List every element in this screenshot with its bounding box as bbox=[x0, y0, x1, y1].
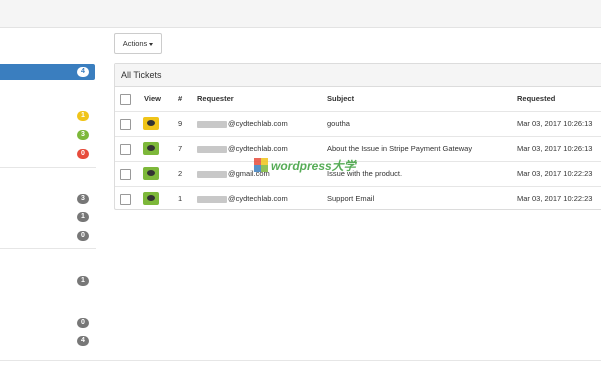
eye-icon bbox=[147, 170, 155, 176]
ticket-subject[interactable]: Support Email bbox=[327, 187, 374, 211]
column-header-requested[interactable]: Requested bbox=[517, 87, 555, 111]
count-badge: 1 bbox=[77, 276, 89, 286]
table-row[interactable]: 2 @gmail.com Issue with the product. Mar… bbox=[115, 162, 601, 187]
tickets-panel: All Tickets View # Requester Subject Req… bbox=[114, 63, 601, 210]
table-row[interactable]: 1 @cydtechlab.com Support Email Mar 03, … bbox=[115, 187, 601, 211]
redacted-name bbox=[197, 120, 227, 128]
sidebar-divider bbox=[0, 167, 96, 168]
caret-down-icon bbox=[149, 42, 154, 46]
requested-date: Mar 03, 2017 10:22:23 bbox=[517, 194, 593, 203]
count-badge: 1 bbox=[77, 212, 89, 222]
column-header-number: # bbox=[178, 94, 183, 103]
table-row[interactable]: 7 @cydtechlab.com About the Issue in Str… bbox=[115, 137, 601, 162]
bottom-divider bbox=[0, 360, 601, 361]
count-badge: 0 bbox=[77, 231, 89, 241]
eye-icon bbox=[147, 120, 155, 126]
row-checkbox[interactable] bbox=[120, 144, 131, 155]
requester-email: @cydtechlab.com bbox=[197, 187, 288, 211]
ticket-number: 9 bbox=[178, 119, 183, 128]
watermark-logo-icon bbox=[254, 158, 268, 172]
view-button[interactable] bbox=[143, 142, 159, 155]
top-bar bbox=[0, 0, 601, 28]
count-badge: 1 bbox=[77, 111, 89, 121]
view-button[interactable] bbox=[143, 167, 159, 180]
count-badge: 0 bbox=[77, 149, 89, 159]
sidebar-divider bbox=[0, 248, 96, 249]
row-checkbox[interactable] bbox=[120, 119, 131, 130]
panel-title: All Tickets bbox=[115, 64, 601, 87]
count-badge: 4 bbox=[77, 67, 89, 77]
eye-icon bbox=[147, 195, 155, 201]
count-badge: 4 bbox=[77, 336, 89, 346]
requested-date: Mar 03, 2017 10:22:23 bbox=[517, 169, 593, 178]
row-checkbox[interactable] bbox=[120, 194, 131, 205]
ticket-number: 1 bbox=[178, 194, 183, 203]
eye-icon bbox=[147, 145, 155, 151]
column-header-view: View bbox=[144, 94, 161, 103]
column-header-subject[interactable]: Subject bbox=[327, 87, 354, 111]
view-button[interactable] bbox=[143, 192, 159, 205]
watermark: wordpress大学 bbox=[254, 156, 358, 174]
requester-email: @cydtechlab.com bbox=[197, 112, 288, 136]
actions-dropdown-button[interactable]: Actions bbox=[114, 33, 162, 54]
ticket-number: 2 bbox=[178, 169, 183, 178]
count-badge: 3 bbox=[77, 194, 89, 204]
watermark-text: wordpress大学 bbox=[271, 158, 356, 173]
requested-date: Mar 03, 2017 10:26:13 bbox=[517, 144, 593, 153]
redacted-name bbox=[197, 145, 227, 153]
redacted-name bbox=[197, 170, 227, 178]
ticket-number: 7 bbox=[178, 144, 183, 153]
actions-label: Actions bbox=[122, 39, 148, 48]
redacted-name bbox=[197, 195, 227, 203]
count-badge: 0 bbox=[77, 318, 89, 328]
table-header-row: View # Requester Subject Requested bbox=[115, 87, 601, 112]
count-badge: 3 bbox=[77, 130, 89, 140]
view-button[interactable] bbox=[143, 117, 159, 130]
select-all-checkbox[interactable] bbox=[120, 94, 131, 105]
row-checkbox[interactable] bbox=[120, 169, 131, 180]
requested-date: Mar 03, 2017 10:26:13 bbox=[517, 119, 593, 128]
ticket-subject[interactable]: goutha bbox=[327, 112, 350, 136]
column-header-requester[interactable]: Requester bbox=[197, 87, 234, 111]
table-row[interactable]: 9 @cydtechlab.com goutha Mar 03, 2017 10… bbox=[115, 112, 601, 137]
